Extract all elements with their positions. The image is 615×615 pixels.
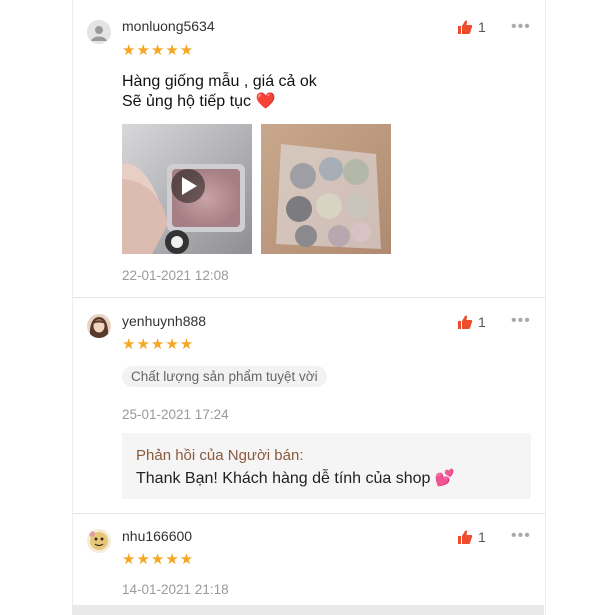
like-button[interactable]: 1 [457, 529, 486, 545]
more-options-icon[interactable]: ••• [511, 18, 531, 36]
avatar[interactable] [87, 314, 111, 338]
seller-reply-box: Phản hồi của Người bán: Thank Bạn! Khách… [122, 433, 531, 499]
like-button[interactable]: 1 [457, 19, 486, 35]
review-item: monluong5634 ★★★★★ 1 ••• Hàng giống mẫu … [73, 0, 545, 297]
review-image-thumbnail[interactable] [261, 124, 391, 254]
review-text: Hàng giống mẫu , giá cả ok Sẽ ủng hộ tiế… [122, 72, 317, 112]
review-date: 25-01-2021 17:24 [122, 407, 229, 422]
more-options-icon[interactable]: ••• [511, 527, 531, 545]
heart-emoji: ❤️ [255, 93, 276, 110]
thumbs-up-icon [458, 530, 473, 544]
reviewer-username[interactable]: nhu166600 [122, 528, 192, 544]
hearts-emoji: 💕 [434, 470, 455, 487]
review-date: 22-01-2021 12:08 [122, 268, 229, 283]
bottom-divider [72, 605, 544, 615]
user-photo-icon [87, 314, 111, 338]
reviewer-username[interactable]: monluong5634 [122, 18, 215, 34]
default-user-icon [87, 20, 111, 44]
like-count: 1 [478, 19, 486, 35]
review-video-thumbnail[interactable] [122, 124, 252, 254]
review-item: nhu166600 ★★★★★ 1 ••• 14-01-2021 21:18 [73, 513, 545, 605]
user-photo-icon [87, 529, 111, 553]
rating-stars: ★★★★★ [122, 336, 195, 353]
review-date: 14-01-2021 21:18 [122, 582, 229, 597]
seller-reply-label: Phản hồi của Người bán: [136, 447, 304, 464]
avatar[interactable] [87, 20, 111, 44]
reviewer-username[interactable]: yenhuynh888 [122, 313, 206, 329]
review-text-line: Hàng giống mẫu , giá cả ok [122, 73, 317, 90]
rating-stars: ★★★★★ [122, 42, 195, 59]
reviews-panel: monluong5634 ★★★★★ 1 ••• Hàng giống mẫu … [72, 0, 546, 615]
like-button[interactable]: 1 [457, 314, 486, 330]
like-count: 1 [478, 529, 486, 545]
thumbs-up-icon [458, 20, 473, 34]
review-item: yenhuynh888 ★★★★★ 1 ••• Chất lượng sản p… [73, 297, 545, 513]
seller-reply-text: Thank Bạn! Khách hàng dễ tính của shop 💕 [136, 470, 455, 487]
avatar[interactable] [87, 529, 111, 553]
review-tag: Chất lượng sản phẩm tuyệt vời [122, 366, 327, 387]
like-count: 1 [478, 314, 486, 330]
rating-stars: ★★★★★ [122, 551, 195, 568]
more-options-icon[interactable]: ••• [511, 312, 531, 330]
thumbs-up-icon [458, 315, 473, 329]
review-text-line: Sẽ ủng hộ tiếp tục ❤️ [122, 93, 276, 110]
